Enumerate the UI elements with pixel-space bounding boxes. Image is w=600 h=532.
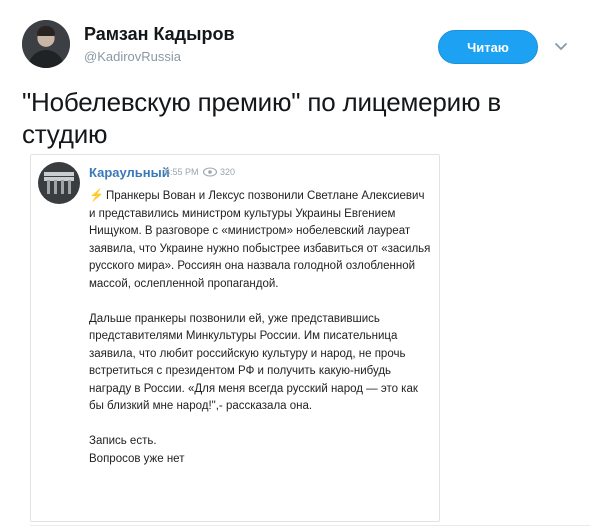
post-line-b: Вопросов уже нет — [89, 452, 185, 465]
post-paragraph-2: Дальше пранкеры позвонили ей, уже предст… — [89, 312, 418, 413]
post-line-a: Запись есть. — [89, 435, 157, 447]
channel-avatar — [38, 162, 80, 204]
post-body: ⚡ Пранкеры Вован и Лексус позвонили Светл… — [89, 187, 431, 468]
user-name[interactable]: Рамзан Кадыров — [84, 24, 235, 45]
divider — [30, 525, 590, 526]
eye-icon — [202, 167, 218, 177]
view-count: 320 — [220, 167, 236, 177]
avatar[interactable] — [22, 20, 70, 68]
follow-button[interactable]: Читаю — [438, 30, 538, 64]
chevron-down-icon[interactable] — [552, 38, 570, 56]
channel-name: Караульный — [89, 165, 170, 180]
post-time: 6:55 PM — [165, 167, 199, 177]
lightning-icon: ⚡ — [89, 188, 104, 202]
embedded-post: Караульный 6:55 PM 320 ⚡ Пранкеры Вован и… — [30, 154, 440, 522]
tweet-header: Рамзан Кадыров @KadirovRussia Читаю — [22, 20, 582, 76]
user-handle[interactable]: @KadirovRussia — [84, 49, 181, 64]
post-paragraph-1-text: Пранкеры Вован и Лексус позвонили Светла… — [89, 190, 431, 290]
tweet-text: "Нобелевскую премию" по лицемерию в студ… — [22, 87, 501, 149]
post-paragraph-1: ⚡ Пранкеры Вован и Лексус позвонили Светл… — [89, 187, 431, 293]
